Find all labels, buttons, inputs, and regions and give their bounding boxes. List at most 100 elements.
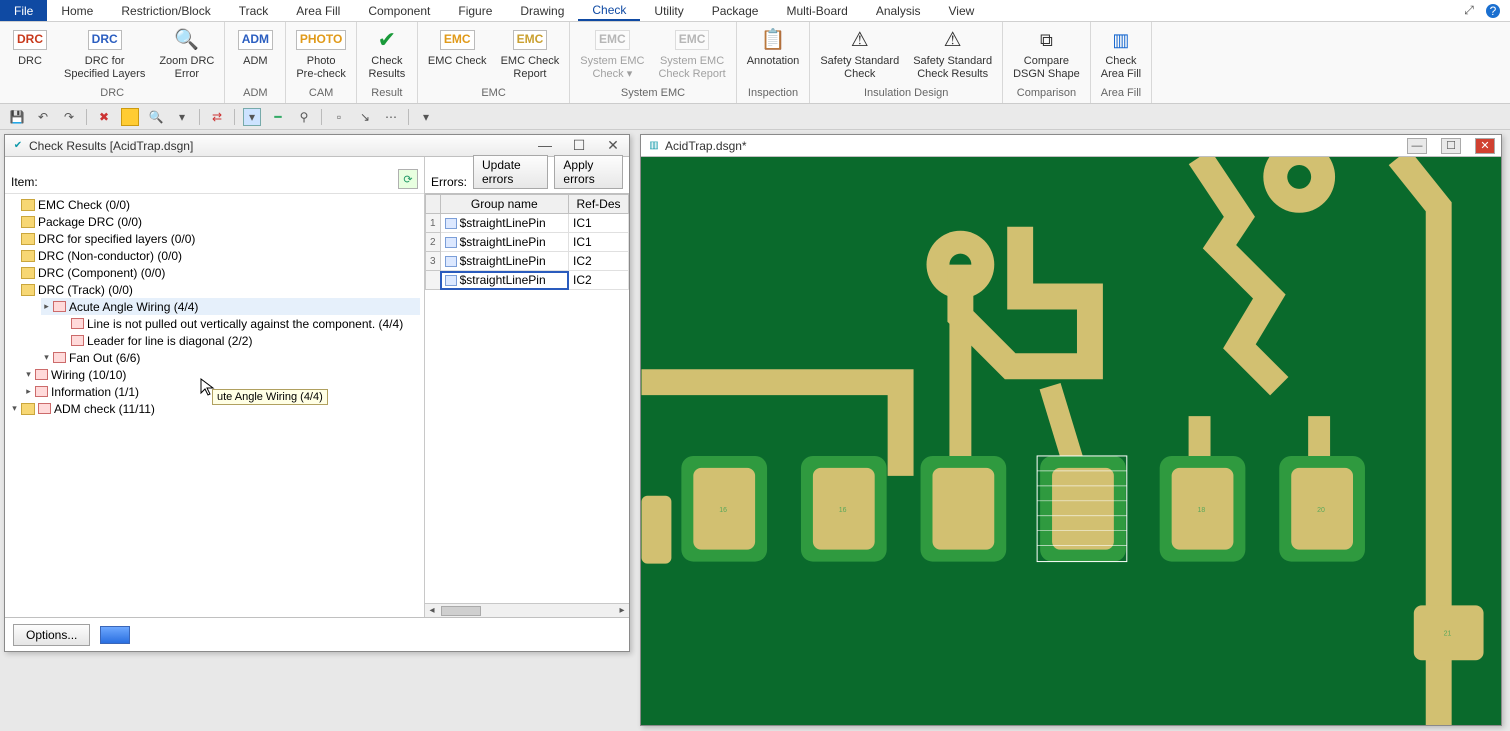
grid-hscroll[interactable]: ◂ ▸ [425,603,629,617]
canvas-titlebar[interactable]: ▥ AcidTrap.dsgn* — ☐ ✕ [641,135,1501,157]
menu-utility[interactable]: Utility [640,0,697,21]
folder-icon [21,403,35,415]
zoom-window-icon[interactable]: 🔍 [147,108,165,126]
line-icon[interactable]: ━ [269,108,287,126]
minimize-button[interactable]: — [535,137,555,154]
menu-multiboard[interactable]: Multi-Board [772,0,861,21]
ribbon-button-label: Safety StandardCheck [820,55,899,80]
options-button[interactable]: Options... [13,624,90,646]
apply-errors-button[interactable]: Apply errors [554,155,623,189]
tree-row[interactable]: DRC (Non-conductor) (0/0) [9,247,420,264]
tool-c-icon[interactable]: ⋯ [382,108,400,126]
col-group-name[interactable]: Group name [440,195,568,214]
check-tree[interactable]: EMC Check (0/0)Package DRC (0/0) DRC for … [5,193,424,617]
menu-component[interactable]: Component [354,0,444,21]
pcb-canvas[interactable]: 21 16161820 [641,157,1501,725]
tree-row[interactable]: DRC for specified layers (0/0) [9,230,420,247]
scroll-thumb[interactable] [441,606,481,616]
menu-view[interactable]: View [935,0,989,21]
menu-restriction[interactable]: Restriction/Block [107,0,224,21]
tree-row[interactable]: DRC (Component) (0/0) [9,264,420,281]
tree-row[interactable]: ▸Acute Angle Wiring (4/4) [41,298,420,315]
ribbon-button[interactable]: ⧉CompareDSGN Shape [1007,24,1086,82]
tree-twisty-icon[interactable]: ▾ [41,352,52,363]
menu-check[interactable]: Check [578,0,640,21]
ribbon-button[interactable]: ▥CheckArea Fill [1095,24,1147,82]
ribbon-group: ⧉CompareDSGN ShapeComparison [1003,22,1091,103]
scroll-left-icon[interactable]: ◂ [425,605,439,616]
tree-twisty-icon[interactable]: ▸ [23,386,34,397]
ribbon-button[interactable]: DRCDRC [4,24,56,70]
menu-file[interactable]: File [0,0,47,21]
tree-row[interactable]: Leader for line is diagonal (2/2) [59,332,420,349]
menu-package[interactable]: Package [698,0,773,21]
update-errors-button[interactable]: Update errors [473,155,548,189]
ribbon-button[interactable]: ⚠Safety StandardCheck [814,24,905,82]
ribbon-button[interactable]: ✔CheckResults [361,24,413,82]
canvas-minimize-button[interactable]: — [1407,138,1427,154]
close-button[interactable]: ✕ [603,137,623,154]
ribbon-button[interactable]: 🔍Zoom DRCError [153,24,220,82]
tree-row[interactable]: ▾Wiring (10/10) [23,366,420,383]
toggle-icon[interactable]: ⇄ [208,108,226,126]
row-index: 2 [426,233,441,252]
errors-grid[interactable]: Group name Ref-Des 1$straightLinePinIC12… [425,193,629,603]
ribbon-button[interactable]: DRCDRC forSpecified Layers [58,24,151,82]
menu-figure[interactable]: Figure [444,0,506,21]
table-row[interactable]: 1$straightLinePinIC1 [426,214,629,233]
table-row[interactable]: 3$straightLinePinIC2 [426,252,629,271]
menu-analysis[interactable]: Analysis [862,0,935,21]
tool-a-icon[interactable]: ▫ [330,108,348,126]
tree-row[interactable]: Package DRC (0/0) [9,213,420,230]
tree-twisty-icon[interactable]: ▾ [9,403,20,414]
help-icon[interactable]: ? [1486,4,1500,18]
canvas-maximize-button[interactable]: ☐ [1441,138,1461,154]
EMC-icon: EMC [440,26,474,54]
undo-icon[interactable]: ↶ [34,108,52,126]
canvas-close-button[interactable]: ✕ [1475,138,1495,154]
col-ref-des[interactable]: Ref-Des [569,195,629,214]
check-results-titlebar[interactable]: ✔ Check Results [AcidTrap.dsgn] — ☐ ✕ [5,135,629,157]
select-area-icon[interactable] [121,108,139,126]
ribbon-button[interactable]: EMCEMC CheckReport [495,24,566,82]
tree-twisty-icon[interactable]: ▸ [41,301,52,312]
tool-b-icon[interactable]: ↘ [356,108,374,126]
row-index [426,271,441,290]
canvas-title: AcidTrap.dsgn* [665,139,747,153]
ribbon-button[interactable]: EMCSystem EMCCheck ▾ [574,24,650,82]
dropdown-icon[interactable]: ▾ [417,108,435,126]
tree-twisty-icon[interactable]: ▾ [23,369,34,380]
menu-home[interactable]: Home [47,0,107,21]
ribbon-button[interactable]: PHOTOPhotoPre-check [290,24,352,82]
table-row[interactable]: 2$straightLinePinIC1 [426,233,629,252]
ribbon-group: PHOTOPhotoPre-checkCAM [286,22,357,103]
menu-track[interactable]: Track [225,0,283,21]
tree-row[interactable]: ▾Fan Out (6/6) [41,349,420,366]
comment-icon[interactable]: ▾ [243,108,261,126]
ribbon-group: EMCSystem EMCCheck ▾EMCSystem EMCCheck R… [570,22,736,103]
ribbon-button[interactable]: EMCSystem EMCCheck Report [652,24,731,82]
refresh-tree-button[interactable]: ⟳ [398,169,418,189]
ribbon-button[interactable]: 📋Annotation [741,24,806,70]
layer-icon[interactable]: ▾ [173,108,191,126]
table-row[interactable]: $straightLinePinIC2 [426,271,629,290]
tree-row[interactable]: Line is not pulled out vertically agains… [59,315,420,332]
highlight-color-button[interactable] [100,626,130,644]
redo-icon[interactable]: ↷ [60,108,78,126]
delete-icon[interactable]: ✖ [95,108,113,126]
menu-areafill[interactable]: Area Fill [282,0,354,21]
tree-row[interactable]: DRC (Track) (0/0) [9,281,420,298]
tree-row-label: DRC for specified layers (0/0) [38,232,195,246]
quick-toolbar: 💾 ↶ ↷ ✖ 🔍 ▾ ⇄ ▾ ━ ⚲ ▫ ↘ ⋯ ▾ [0,104,1510,130]
scroll-right-icon[interactable]: ▸ [615,605,629,616]
ribbon-button[interactable]: ADMADM [229,24,281,70]
ribbon-button-label: ADM [243,55,267,68]
tree-row[interactable]: EMC Check (0/0) [9,196,420,213]
maximize-button[interactable]: ☐ [569,137,589,154]
save-icon[interactable]: 💾 [8,108,26,126]
collapse-ribbon-icon[interactable]: ⤢ [1462,4,1476,18]
ribbon-button[interactable]: ⚠Safety StandardCheck Results [907,24,998,82]
probe-icon[interactable]: ⚲ [295,108,313,126]
menu-drawing[interactable]: Drawing [506,0,578,21]
ribbon-button[interactable]: EMCEMC Check [422,24,493,70]
